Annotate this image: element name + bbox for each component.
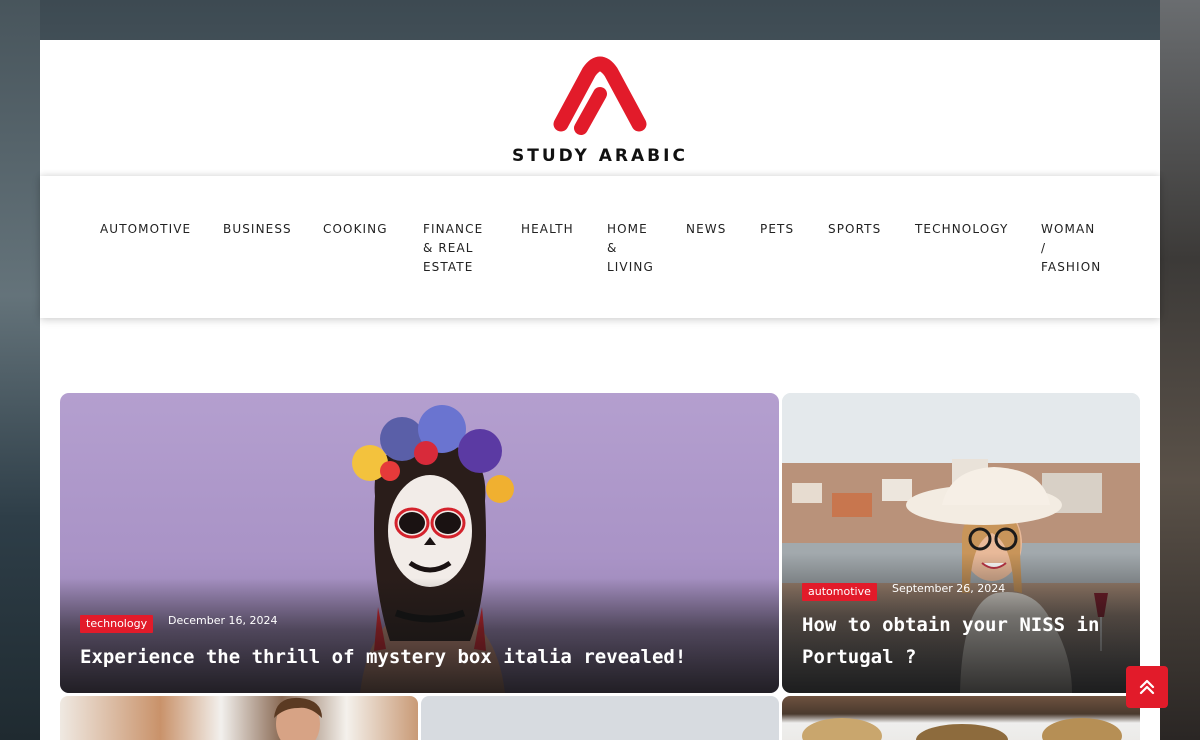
post-image [274, 697, 322, 740]
nav-item-technology[interactable]: TECHNOLOGY [915, 220, 1008, 239]
nav-item-woman-fashion[interactable]: WOMAN / FASHION [1041, 220, 1101, 277]
post-title[interactable]: Experience the thrill of mystery box ita… [80, 641, 760, 673]
nav-item-sports[interactable]: SPORTS [828, 220, 881, 239]
post-card[interactable] [60, 696, 418, 740]
featured-post-main[interactable]: technology December 16, 2024 Experience … [60, 393, 779, 693]
post-card[interactable] [421, 696, 779, 740]
nav-item-finance-real-estate[interactable]: FINANCE & REAL ESTATE [423, 220, 483, 277]
page-container: STUDY ARABIC AUTOMOTIVE BUSINESS COOKING… [40, 40, 1160, 740]
double-chevron-up-icon [1139, 679, 1155, 695]
nav-item-business[interactable]: BUSINESS [223, 220, 292, 239]
nav-item-automotive[interactable]: AUTOMOTIVE [100, 220, 191, 239]
nav-item-health[interactable]: HEALTH [521, 220, 574, 239]
scroll-to-top-button[interactable] [1126, 666, 1168, 708]
post-date: December 16, 2024 [168, 614, 278, 627]
nav-item-pets[interactable]: PETS [760, 220, 794, 239]
nav-item-home-living[interactable]: HOME & LIVING [607, 220, 654, 277]
post-date: September 26, 2024 [892, 582, 1006, 595]
logo-icon [553, 56, 647, 135]
main-nav: AUTOMOTIVE BUSINESS COOKING FINANCE & RE… [40, 176, 1160, 318]
post-category-badge[interactable]: technology [80, 615, 154, 633]
post-overlay [60, 578, 779, 693]
site-header: STUDY ARABIC [40, 40, 1160, 176]
post-image [802, 718, 1122, 740]
nav-item-cooking[interactable]: COOKING [323, 220, 388, 239]
logo-text: STUDY ARABIC [512, 146, 688, 166]
post-category-badge[interactable]: automotive [802, 583, 877, 601]
page-background-left [0, 0, 40, 740]
page-background-right [1160, 0, 1200, 740]
nav-item-news[interactable]: NEWS [686, 220, 726, 239]
post-card[interactable] [782, 696, 1140, 740]
featured-post-side[interactable]: automotive September 26, 2024 How to obt… [782, 393, 1140, 693]
post-title[interactable]: How to obtain your NISS in Portugal ? [802, 609, 1132, 673]
